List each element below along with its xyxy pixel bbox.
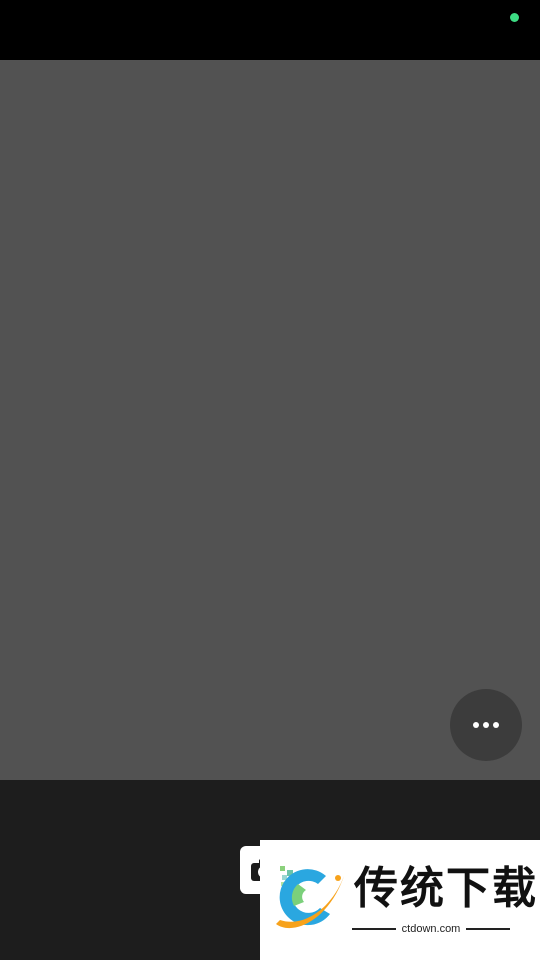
watermark-banner: 传统下载 ctdown.com <box>260 840 540 960</box>
watermark-title: 传统下载 <box>354 863 538 914</box>
more-dot <box>493 722 499 728</box>
camera-viewfinder[interactable] <box>0 60 540 780</box>
ctdown-logo-icon <box>276 866 344 929</box>
status-bar <box>0 0 540 60</box>
divider <box>466 928 511 930</box>
more-dot <box>483 722 489 728</box>
watermark-url: ctdown.com <box>401 923 461 935</box>
more-options-button[interactable] <box>450 689 522 761</box>
camera-in-use-indicator <box>510 13 519 22</box>
watermark-url-row: ctdown.com <box>352 923 511 935</box>
divider <box>352 928 396 930</box>
more-horizontal-icon <box>473 722 479 728</box>
